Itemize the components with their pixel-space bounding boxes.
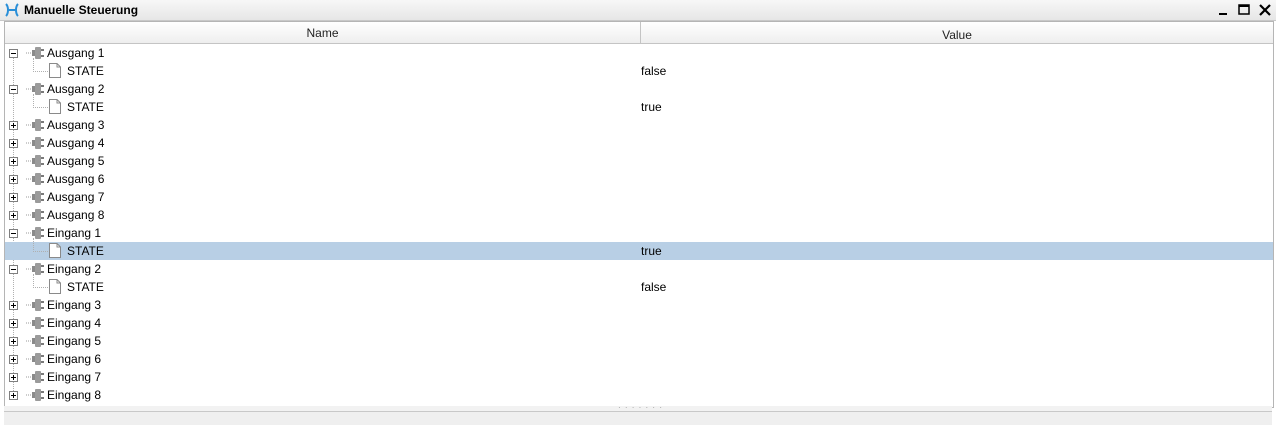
maximize-icon[interactable] xyxy=(1235,1,1253,19)
title-bar[interactable]: Manuelle Steuerung xyxy=(0,0,1276,21)
node-label: Eingang 4 xyxy=(47,316,102,330)
expand-icon[interactable] xyxy=(9,301,18,310)
tree-leaf-row[interactable]: STATE true xyxy=(5,238,1273,260)
tree-node-row[interactable]: Eingang 2 xyxy=(5,260,1273,278)
tree-node-row[interactable]: Eingang 3 xyxy=(5,296,1273,314)
node-label: Ausgang 6 xyxy=(47,172,105,186)
expand-icon[interactable] xyxy=(9,121,18,130)
tree-line xyxy=(33,238,48,252)
document-icon xyxy=(49,279,61,294)
plug-icon xyxy=(26,335,44,347)
tree-node-row[interactable]: Ausgang 6 xyxy=(5,170,1273,188)
expand-icon[interactable] xyxy=(9,355,18,364)
expand-icon[interactable] xyxy=(9,139,18,148)
node-label: Eingang 5 xyxy=(47,334,102,348)
plug-icon xyxy=(26,371,44,383)
collapse-icon[interactable] xyxy=(9,229,18,238)
node-label: Ausgang 5 xyxy=(47,154,105,168)
property-value: false xyxy=(641,64,667,78)
plug-icon xyxy=(26,119,44,131)
minimize-icon[interactable] xyxy=(1214,1,1232,19)
property-label: STATE xyxy=(67,100,104,114)
property-label: STATE xyxy=(67,280,104,294)
plug-icon xyxy=(26,155,44,167)
expand-icon[interactable] xyxy=(9,193,18,202)
document-icon xyxy=(49,243,61,258)
plug-icon xyxy=(26,191,44,203)
window-title: Manuelle Steuerung xyxy=(24,3,139,17)
network-h-icon xyxy=(5,3,19,17)
node-label: Ausgang 8 xyxy=(47,208,105,222)
tree-table[interactable]: Name Value Ausgang 1 STATE false Ausgang 2S… xyxy=(4,21,1274,408)
property-value: true xyxy=(641,244,662,258)
property-label: STATE xyxy=(67,64,104,78)
tree-leaf-row[interactable]: STATE true xyxy=(5,94,1273,116)
plug-icon xyxy=(26,317,44,329)
bottom-panel xyxy=(4,411,1272,425)
node-label: Eingang 3 xyxy=(47,298,102,312)
column-header-value[interactable]: Value xyxy=(641,24,1273,45)
close-icon[interactable] xyxy=(1256,1,1274,19)
tree-line xyxy=(33,94,48,108)
property-label: STATE xyxy=(67,244,104,258)
collapse-icon[interactable] xyxy=(9,265,18,274)
property-value: true xyxy=(641,100,662,114)
tree-node-row[interactable]: Eingang 4 xyxy=(5,314,1273,332)
expand-icon[interactable] xyxy=(9,391,18,400)
node-label: Ausgang 4 xyxy=(47,136,105,150)
collapse-icon[interactable] xyxy=(9,85,18,94)
table-header: Name Value xyxy=(5,22,1273,44)
node-label: Ausgang 2 xyxy=(47,82,105,96)
node-label: Ausgang 3 xyxy=(47,118,105,132)
node-label: Ausgang 1 xyxy=(47,46,105,60)
plug-icon xyxy=(26,299,44,311)
tree-node-row[interactable]: Eingang 8 xyxy=(5,386,1273,404)
expand-icon[interactable] xyxy=(9,157,18,166)
tree-node-row[interactable]: Ausgang 2 xyxy=(5,80,1273,98)
tree-node-row[interactable]: Ausgang 4 xyxy=(5,134,1273,152)
tree-node-row[interactable]: Eingang 5 xyxy=(5,332,1273,350)
property-value: false xyxy=(641,280,667,294)
node-label: Eingang 6 xyxy=(47,352,102,366)
tree-node-row[interactable]: Eingang 6 xyxy=(5,350,1273,368)
expand-icon[interactable] xyxy=(9,373,18,382)
node-label: Eingang 8 xyxy=(47,388,102,402)
node-label: Ausgang 7 xyxy=(47,190,105,204)
expand-icon[interactable] xyxy=(9,211,18,220)
expand-icon[interactable] xyxy=(9,319,18,328)
tree-leaf-row[interactable]: STATE false xyxy=(5,58,1273,80)
collapse-icon[interactable] xyxy=(9,49,18,58)
node-label: Eingang 2 xyxy=(47,262,102,276)
column-header-name[interactable]: Name xyxy=(5,22,641,43)
plug-icon xyxy=(26,389,44,401)
expand-icon[interactable] xyxy=(9,175,18,184)
expand-icon[interactable] xyxy=(9,337,18,346)
plug-icon xyxy=(26,209,44,221)
tree-node-row[interactable]: Ausgang 1 xyxy=(5,44,1273,62)
tree-node-row[interactable]: Ausgang 5 xyxy=(5,152,1273,170)
node-label: Eingang 7 xyxy=(47,370,102,384)
tree-node-row[interactable]: Eingang 1 xyxy=(5,224,1273,242)
tree-node-row[interactable]: Ausgang 8 xyxy=(5,206,1273,224)
tree-node-row[interactable]: Ausgang 3 xyxy=(5,116,1273,134)
tree-line xyxy=(33,58,48,72)
tree-node-row[interactable]: Eingang 7 xyxy=(5,368,1273,386)
tree-node-row[interactable]: Ausgang 7 xyxy=(5,188,1273,206)
tree-leaf-row[interactable]: STATE false xyxy=(5,274,1273,296)
plug-icon xyxy=(26,173,44,185)
document-icon xyxy=(49,63,61,78)
document-icon xyxy=(49,99,61,114)
node-label: Eingang 1 xyxy=(47,226,102,240)
plug-icon xyxy=(26,137,44,149)
tree-line xyxy=(33,274,48,288)
plug-icon xyxy=(26,353,44,365)
